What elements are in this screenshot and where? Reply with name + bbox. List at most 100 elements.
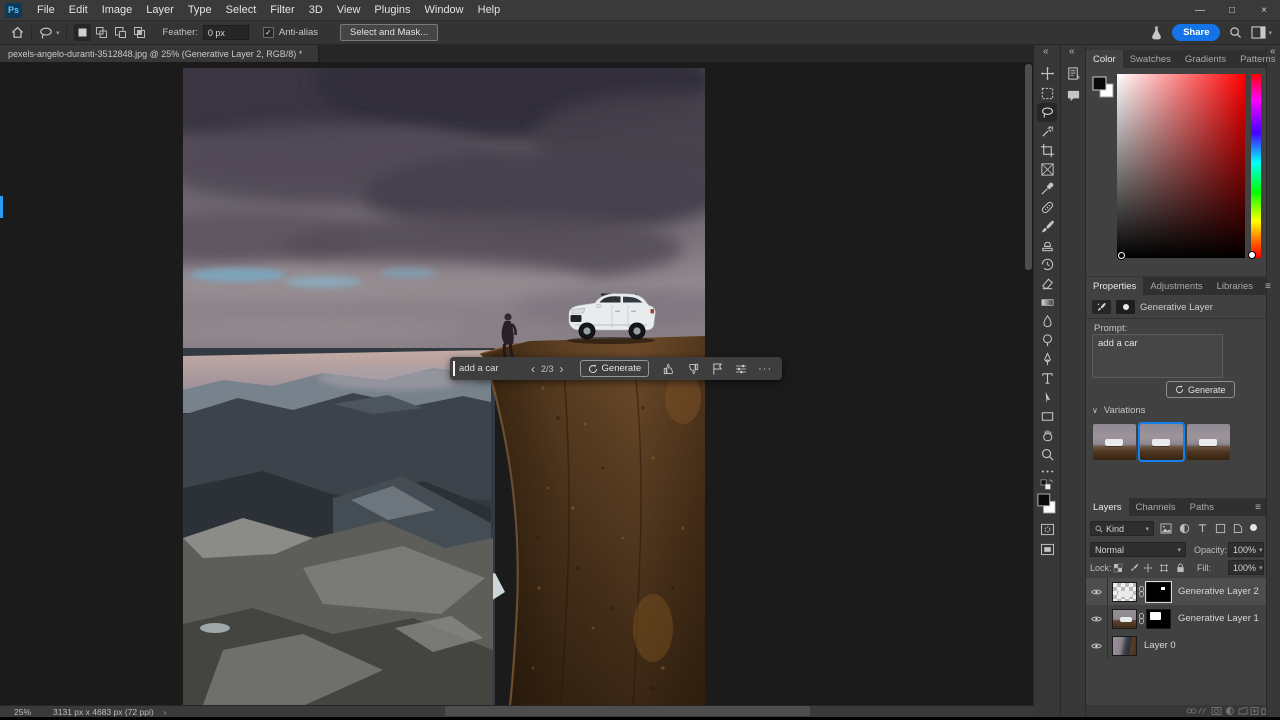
menu-3d[interactable]: 3D <box>302 0 330 20</box>
report-flag-icon[interactable] <box>705 360 729 377</box>
filter-image-layers-icon[interactable] <box>1158 521 1174 536</box>
filter-shape-layers-icon[interactable] <box>1212 521 1228 536</box>
menu-type[interactable]: Type <box>181 0 219 20</box>
menu-window[interactable]: Window <box>418 0 471 20</box>
thumbs-down-icon[interactable] <box>681 360 705 377</box>
variation-thumbnail-3[interactable] <box>1187 424 1230 460</box>
color-picker-marker[interactable] <box>1118 252 1125 259</box>
visibility-eye-icon[interactable] <box>1086 632 1108 659</box>
rectangle-tool[interactable] <box>1037 407 1057 426</box>
dodge-tool[interactable] <box>1037 331 1057 350</box>
clone-stamp-tool[interactable] <box>1037 236 1057 255</box>
foreground-background-swatches[interactable] <box>1037 492 1057 516</box>
taskbar-prompt-input[interactable] <box>459 363 525 374</box>
settings-sliders-icon[interactable] <box>729 360 753 377</box>
layer-filter-kind-dropdown[interactable]: Kind ▾ <box>1090 521 1154 536</box>
new-selection-mode[interactable] <box>73 24 91 41</box>
menu-layer[interactable]: Layer <box>139 0 181 20</box>
feather-input[interactable] <box>202 25 249 40</box>
opacity-dropdown[interactable]: 100% ▾ <box>1228 542 1264 557</box>
tab-adjustments[interactable]: Adjustments <box>1143 277 1209 295</box>
visibility-eye-icon[interactable] <box>1086 578 1108 605</box>
hue-slider-marker[interactable] <box>1249 252 1255 258</box>
close-button[interactable]: × <box>1248 0 1280 20</box>
visibility-eye-icon[interactable] <box>1086 605 1108 632</box>
variation-thumbnail-2-selected[interactable] <box>1138 422 1185 462</box>
history-brush-tool[interactable] <box>1037 255 1057 274</box>
comments-panel-icon[interactable] <box>1063 86 1083 105</box>
default-colors-icon[interactable] <box>1037 478 1057 492</box>
properties-generate-button[interactable]: Generate <box>1166 381 1235 398</box>
menu-file[interactable]: File <box>30 0 62 20</box>
eraser-tool[interactable] <box>1037 274 1057 293</box>
panel-menu-icon[interactable]: ≡ <box>1260 277 1276 295</box>
layer-thumbnail[interactable] <box>1112 581 1137 602</box>
move-tool[interactable] <box>1037 64 1057 83</box>
layer-name[interactable]: Generative Layer 1 <box>1178 613 1259 624</box>
layer-name[interactable]: Layer 0 <box>1144 640 1176 651</box>
menu-select[interactable]: Select <box>219 0 264 20</box>
quick-mask-icon[interactable] <box>1037 520 1057 539</box>
color-saturation-square[interactable] <box>1117 74 1245 258</box>
status-chevron-icon[interactable]: › <box>164 707 167 717</box>
previous-variation-button[interactable]: ‹ <box>525 362 541 376</box>
lock-artboard-icon[interactable] <box>1156 560 1172 575</box>
lasso-tool-icon[interactable]: ▾ <box>38 25 60 41</box>
lasso-tool-selected[interactable] <box>1037 103 1057 122</box>
blend-mode-dropdown[interactable]: Normal ▾ <box>1090 542 1186 557</box>
lock-all-icon[interactable] <box>1172 560 1188 575</box>
canvas-image[interactable] <box>183 68 705 705</box>
menu-view[interactable]: View <box>330 0 368 20</box>
layers-panel-action-icons[interactable] <box>1186 706 1266 716</box>
panel-menu-icon[interactable]: ≡ <box>1250 498 1266 516</box>
crop-tool[interactable] <box>1037 141 1057 160</box>
layer-row-generative-layer-1[interactable]: Generative Layer 1 <box>1086 605 1266 632</box>
search-icon[interactable] <box>1229 26 1242 39</box>
menu-image[interactable]: Image <box>95 0 140 20</box>
minimize-button[interactable]: — <box>1184 0 1216 20</box>
next-variation-button[interactable]: › <box>554 362 570 376</box>
tab-paths[interactable]: Paths <box>1183 498 1221 516</box>
tab-properties[interactable]: Properties <box>1086 277 1144 295</box>
taskbar-generate-button[interactable]: Generate <box>579 360 650 377</box>
horizontal-scrollbar[interactable] <box>445 706 810 716</box>
history-panel-icon[interactable] <box>1063 64 1083 83</box>
filter-toggle-icon[interactable] <box>1250 524 1257 531</box>
mask-link-icon[interactable] <box>1138 612 1145 625</box>
layer-row-layer-0[interactable]: Layer 0 <box>1086 632 1266 659</box>
tab-patterns[interactable]: Patterns <box>1233 50 1280 68</box>
variations-header[interactable]: ∨ Variations <box>1092 405 1145 416</box>
prompt-textarea[interactable]: add a car <box>1092 334 1223 378</box>
gradient-tool[interactable] <box>1037 293 1057 312</box>
eyedropper-tool[interactable] <box>1037 179 1057 198</box>
menu-help[interactable]: Help <box>471 0 508 20</box>
tab-swatches[interactable]: Swatches <box>1123 50 1178 68</box>
subtract-selection-mode[interactable] <box>112 24 129 41</box>
filter-type-layers-icon[interactable] <box>1194 521 1210 536</box>
menu-edit[interactable]: Edit <box>62 0 95 20</box>
mask-link-icon[interactable] <box>1138 585 1145 598</box>
brush-tool[interactable] <box>1037 217 1057 236</box>
lock-transparency-icon[interactable] <box>1110 560 1126 575</box>
more-options-icon[interactable]: ··· <box>753 360 777 377</box>
maximize-button[interactable]: □ <box>1216 0 1248 20</box>
filter-smart-objects-icon[interactable] <box>1230 521 1246 536</box>
marquee-tool[interactable] <box>1037 84 1057 103</box>
add-selection-mode[interactable] <box>93 24 110 41</box>
healing-brush-tool[interactable] <box>1037 198 1057 217</box>
thumbs-up-icon[interactable] <box>657 360 681 377</box>
layer-thumbnail[interactable] <box>1112 635 1137 656</box>
intersect-selection-mode[interactable] <box>131 24 148 41</box>
anti-alias-checkbox[interactable]: ✓ <box>262 27 274 38</box>
tab-channels[interactable]: Channels <box>1129 498 1183 516</box>
menu-plugins[interactable]: Plugins <box>367 0 417 20</box>
zoom-level[interactable]: 25% <box>14 707 31 717</box>
workspace-switcher-icon[interactable]: ▾ <box>1251 26 1272 39</box>
layer-mask-thumbnail[interactable] <box>1145 580 1172 603</box>
menu-filter[interactable]: Filter <box>263 0 301 20</box>
quick-selection-tool[interactable] <box>1037 122 1057 141</box>
type-tool[interactable] <box>1037 369 1057 388</box>
share-button[interactable]: Share <box>1172 24 1221 41</box>
collapse-toolbar-icon[interactable]: « <box>1043 46 1049 57</box>
variation-thumbnail-1[interactable] <box>1093 424 1136 460</box>
